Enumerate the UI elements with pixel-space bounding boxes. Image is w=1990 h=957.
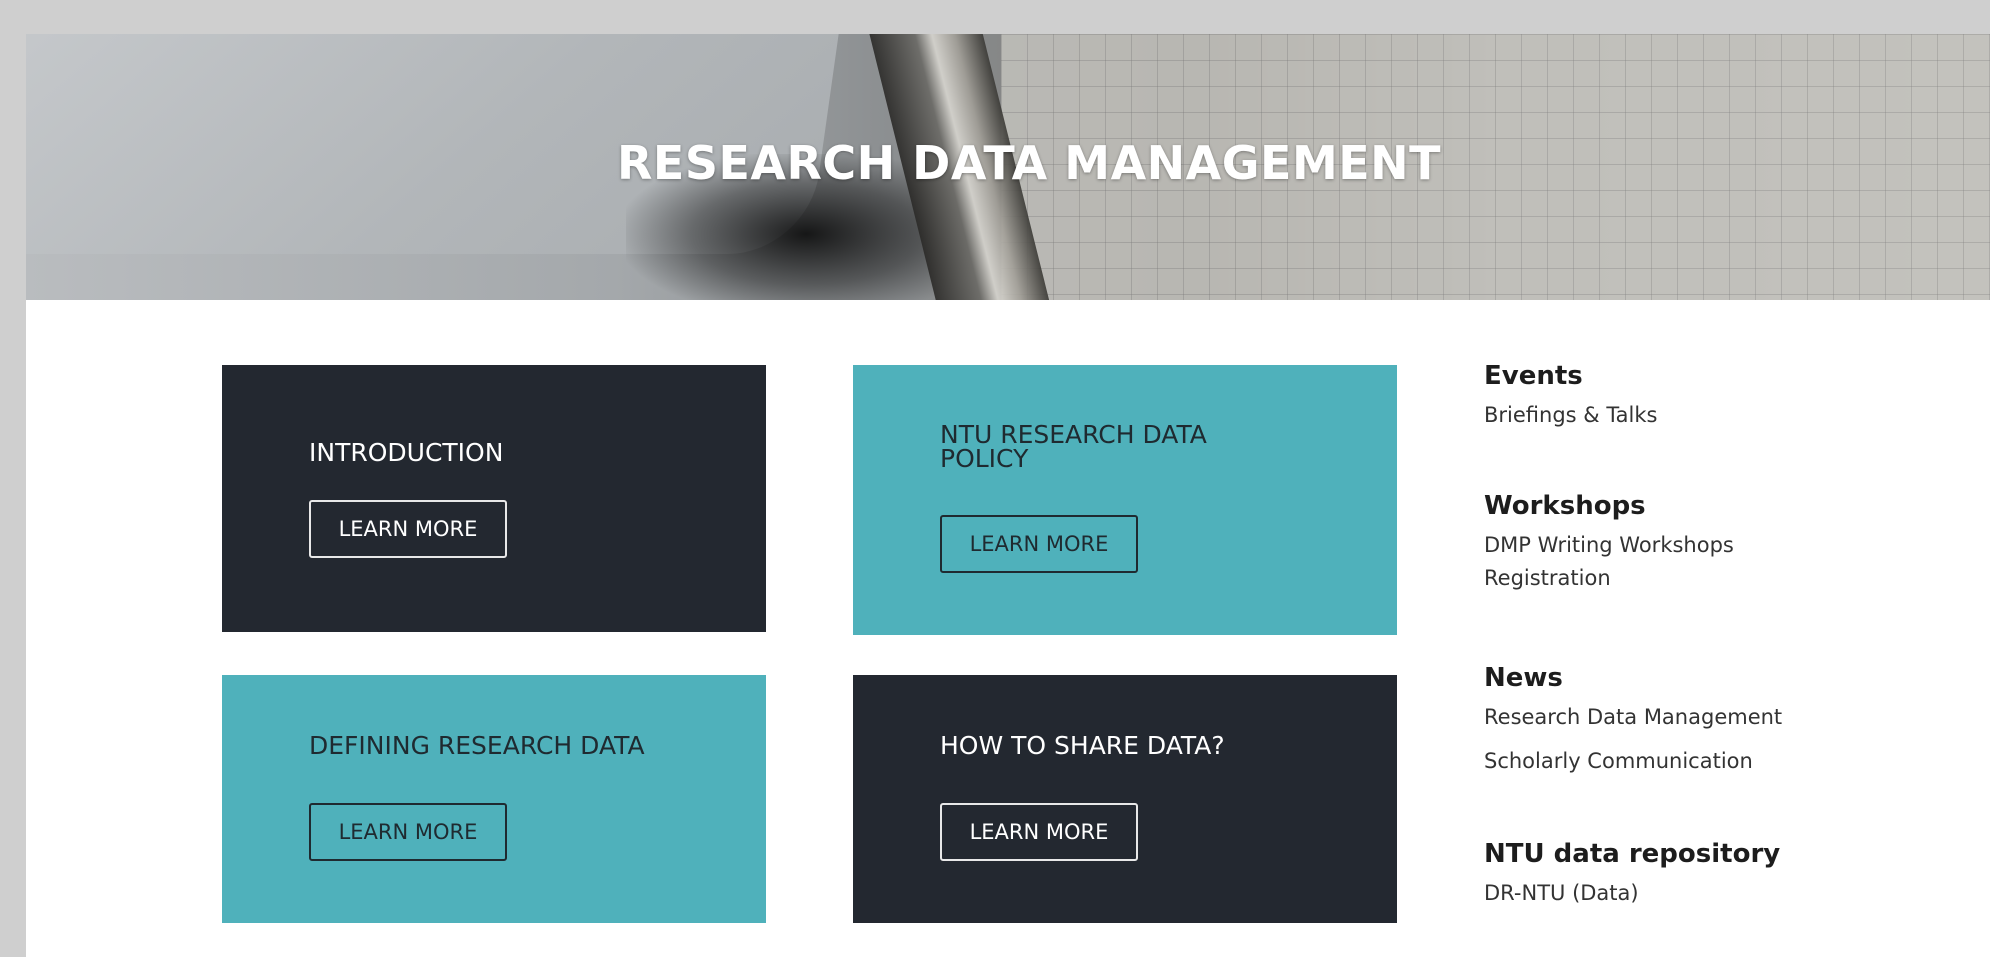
learn-more-button[interactable]: LEARN MORE	[940, 515, 1138, 573]
sidebar-link-dr-ntu-data[interactable]: DR-NTU (Data)	[1484, 877, 1639, 910]
learn-more-button[interactable]: LEARN MORE	[309, 500, 507, 558]
tile-how-to-share-data: HOW TO SHARE DATA? LEARN MORE	[853, 675, 1397, 923]
sidebar-link-dmp-writing-workshops[interactable]: DMP Writing Workshops Registration	[1484, 529, 1784, 595]
tile-title: HOW TO SHARE DATA?	[940, 731, 1225, 760]
learn-more-button[interactable]: LEARN MORE	[940, 803, 1138, 861]
tile-defining-research-data: DEFINING RESEARCH DATA LEARN MORE	[222, 675, 766, 923]
learn-more-button[interactable]: LEARN MORE	[309, 803, 507, 861]
tile-title: INTRODUCTION	[309, 438, 504, 467]
sidebar-heading-news: News	[1484, 663, 1563, 693]
tile-ntu-research-data-policy: NTU RESEARCH DATA POLICY LEARN MORE	[853, 365, 1397, 635]
tile-introduction: INTRODUCTION LEARN MORE	[222, 365, 766, 632]
sidebar-link-briefings-talks[interactable]: Briefings & Talks	[1484, 399, 1658, 432]
page-title: RESEARCH DATA MANAGEMENT	[616, 136, 1442, 190]
page: RESEARCH DATA MANAGEMENT INTRODUCTION LE…	[26, 34, 1990, 957]
tile-title: DEFINING RESEARCH DATA	[309, 731, 645, 760]
sidebar-heading-workshops: Workshops	[1484, 491, 1646, 521]
sidebar-heading-ntu-data-repository: NTU data repository	[1484, 839, 1781, 869]
tile-title: NTU RESEARCH DATA POLICY	[940, 420, 1207, 473]
sidebar-heading-events: Events	[1484, 361, 1583, 391]
sidebar-link-scholarly-communication[interactable]: Scholarly Communication	[1484, 745, 1753, 778]
sidebar-link-research-data-management[interactable]: Research Data Management	[1484, 701, 1782, 734]
